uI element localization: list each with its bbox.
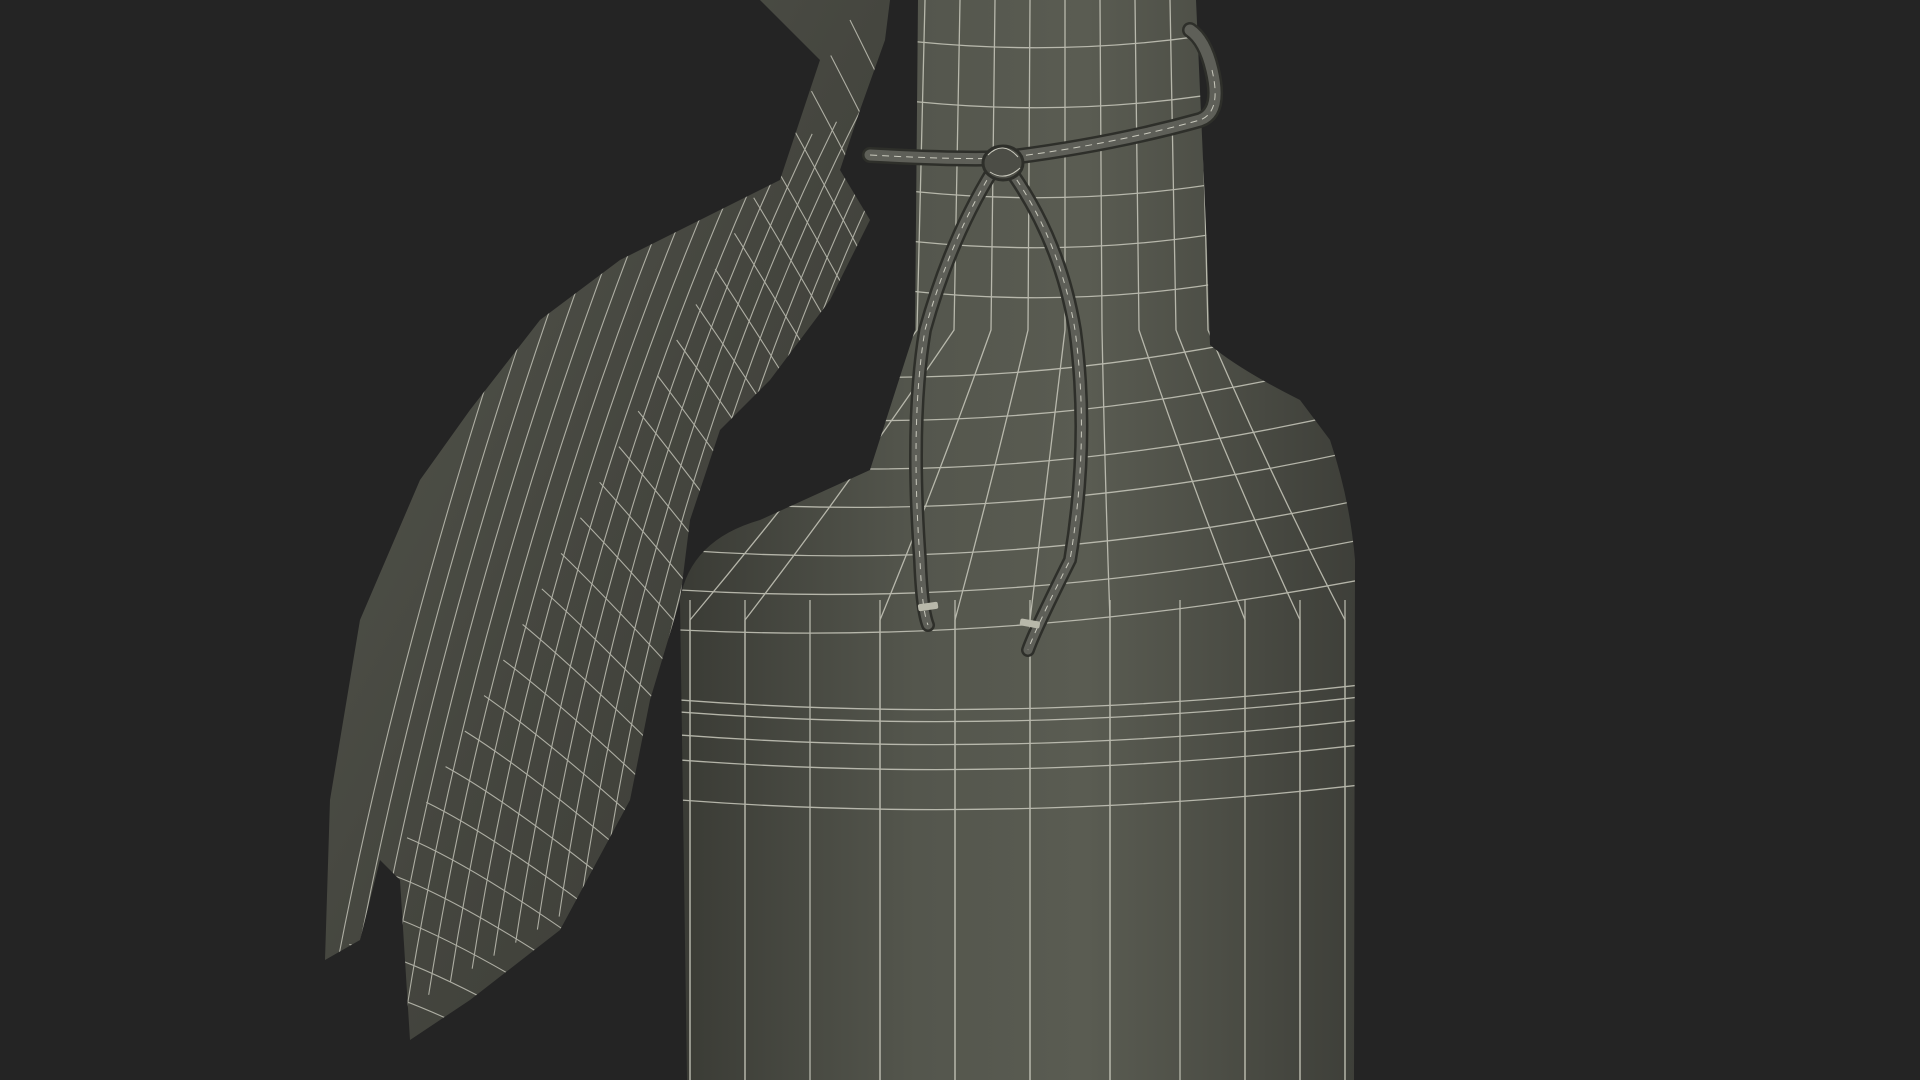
wireframe-render	[325, 0, 1355, 1080]
render-viewport	[0, 0, 1920, 1080]
rope-knot	[981, 144, 1025, 182]
